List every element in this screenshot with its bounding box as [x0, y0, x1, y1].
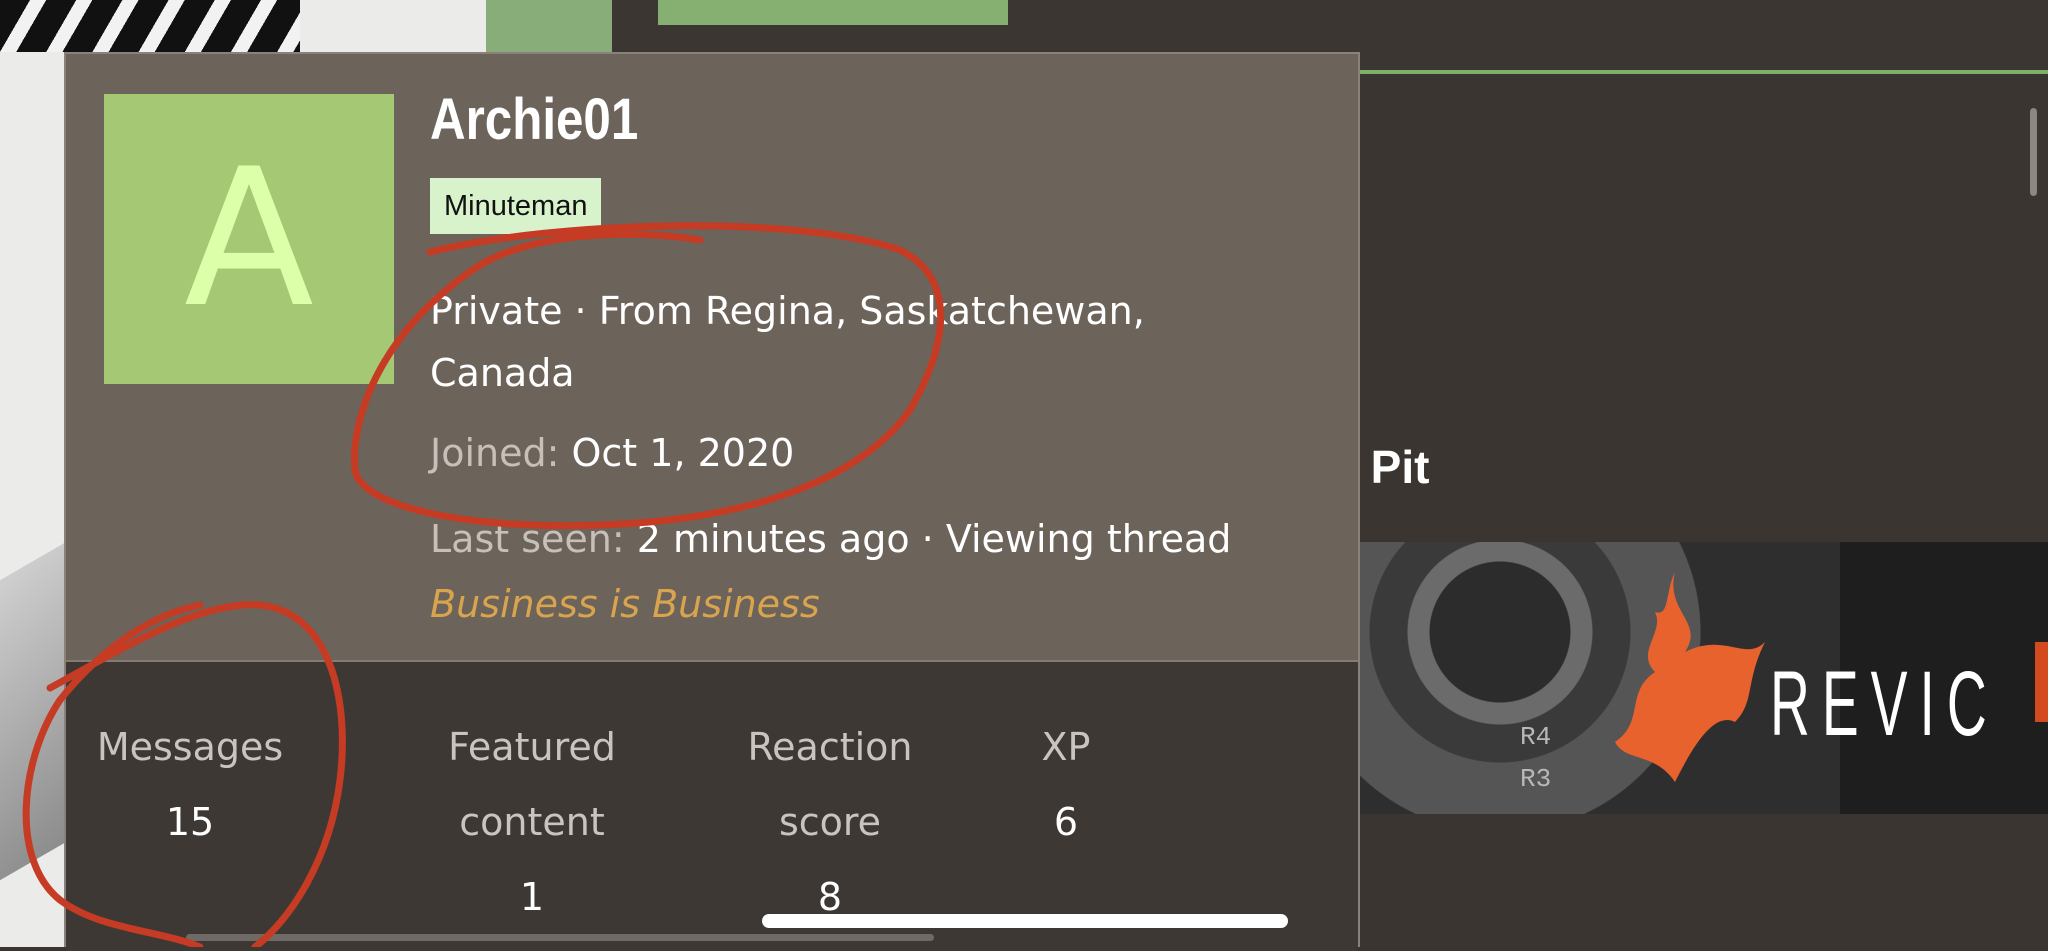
revic-banner-image[interactable]: R4 R3 REVIC — [1340, 542, 2048, 814]
stat-label: Reaction — [747, 725, 913, 769]
banner-brand-text: REVIC — [1770, 653, 1999, 755]
last-seen-row: Last seen: 2 minutes ago · Viewing threa… — [430, 508, 1231, 570]
stat-xp[interactable]: XP 6 — [1026, 710, 1106, 860]
avatar-letter: A — [184, 128, 314, 349]
stat-messages[interactable]: Messages 15 — [90, 710, 290, 860]
stat-value: 6 — [1053, 800, 1079, 844]
stat-label: Featured — [448, 725, 616, 769]
stat-value: 15 — [165, 800, 215, 844]
member-profile-card: A Archie01 Minuteman Private · From Regi… — [64, 52, 1360, 951]
stat-label: content — [459, 800, 605, 844]
joined-row: Joined: Oct 1, 2020 — [430, 422, 794, 484]
user-title-badge: Minuteman — [430, 178, 602, 234]
last-seen-value[interactable]: 2 minutes ago · Viewing thread — [637, 517, 1232, 561]
decorative-stripe — [0, 539, 70, 881]
background-green-block — [486, 0, 612, 52]
background-green-button[interactable] — [658, 0, 1008, 25]
stat-label: XP — [1041, 725, 1091, 769]
joined-label: Joined: — [430, 431, 560, 475]
banner-red-mark — [2035, 642, 2048, 722]
home-indicator[interactable] — [762, 914, 1288, 928]
last-seen-label: Last seen: — [430, 517, 625, 561]
stat-featured-content[interactable]: Featured content 1 — [432, 710, 632, 935]
stat-label: Messages — [96, 725, 284, 769]
user-location-line-2: Canada — [430, 351, 575, 395]
user-location-line-1: Private · From Regina, Saskatchewan, — [430, 289, 1145, 333]
stat-label: score — [778, 800, 882, 844]
stat-reaction-score[interactable]: Reaction score 8 — [730, 710, 930, 935]
username-link[interactable]: Archie01 — [430, 86, 638, 153]
chip-label: R4 — [1520, 722, 1552, 752]
joined-value: Oct 1, 2020 — [571, 431, 795, 475]
chip-label: R3 — [1520, 764, 1552, 794]
horizontal-scrollbar[interactable] — [186, 934, 934, 941]
member-stats: Messages 15 Featured content 1 Reaction … — [66, 660, 1358, 951]
stat-value: 1 — [519, 875, 545, 919]
background-scrollbar[interactable] — [2030, 108, 2037, 196]
avatar[interactable]: A — [104, 94, 394, 384]
user-signature-tagline: Business is Business — [430, 582, 820, 626]
site-logo-fragment — [0, 0, 300, 52]
